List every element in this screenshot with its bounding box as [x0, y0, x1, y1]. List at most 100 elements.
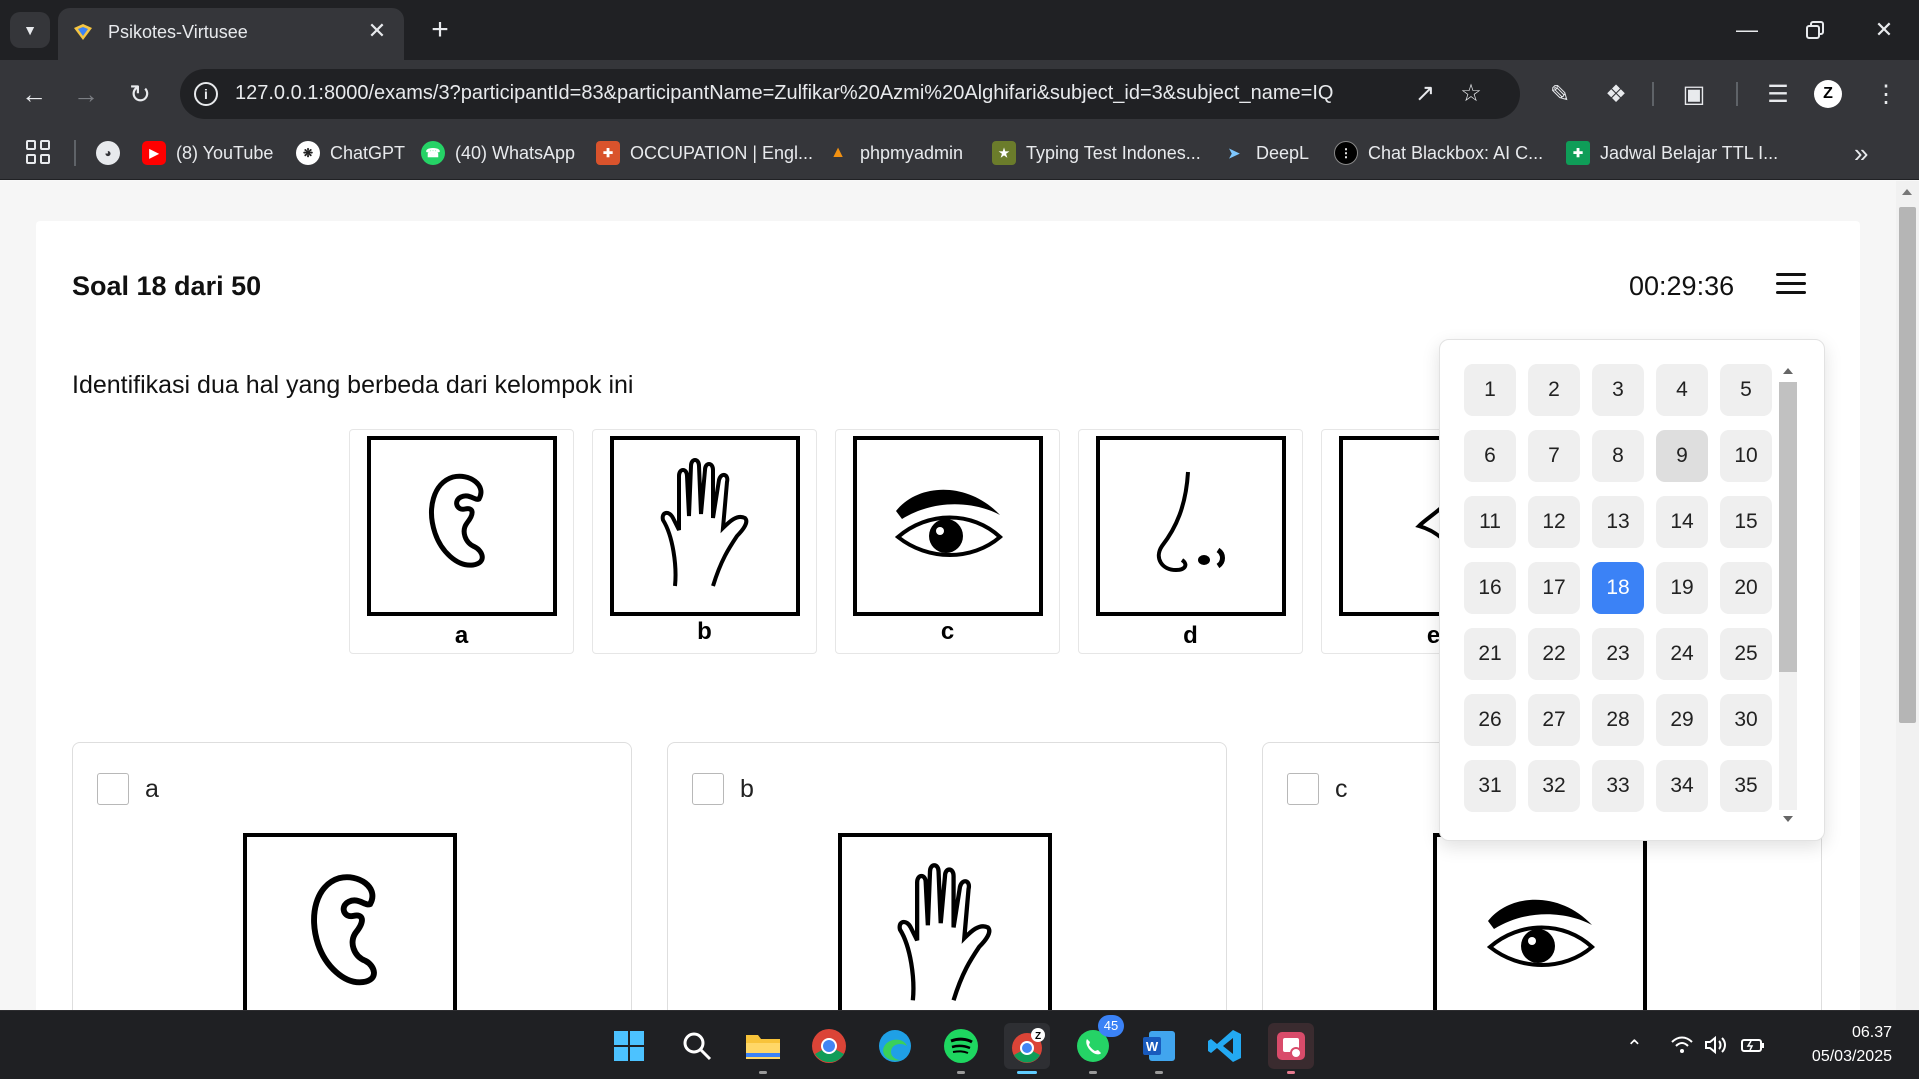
question-number-button[interactable]: 29: [1656, 694, 1708, 746]
question-number-button[interactable]: 17: [1528, 562, 1580, 614]
question-number-button[interactable]: 25: [1720, 628, 1772, 680]
question-number-button[interactable]: 21: [1464, 628, 1516, 680]
figure-d: d: [1078, 429, 1303, 654]
question-number-button[interactable]: 20: [1720, 562, 1772, 614]
taskbar-snipping-tool[interactable]: [1268, 1023, 1314, 1074]
question-number-button[interactable]: 16: [1464, 562, 1516, 614]
question-number-button[interactable]: 28: [1592, 694, 1644, 746]
question-number-button[interactable]: 4: [1656, 364, 1708, 416]
bookmark-whatsapp[interactable]: ☎ (40) WhatsApp: [421, 138, 575, 168]
question-number-button[interactable]: 30: [1720, 694, 1772, 746]
bookmark-deepl[interactable]: ➤ DeepL: [1222, 138, 1309, 168]
volume-icon[interactable]: [1704, 1035, 1728, 1061]
minimize-button[interactable]: —: [1727, 10, 1767, 50]
question-number-button[interactable]: 5: [1720, 364, 1772, 416]
page-scroll-thumb[interactable]: [1899, 207, 1916, 723]
question-number-button[interactable]: 23: [1592, 628, 1644, 680]
sheets-icon: ✚: [1566, 141, 1590, 165]
question-number-button[interactable]: 10: [1720, 430, 1772, 482]
question-number-button[interactable]: 2: [1528, 364, 1580, 416]
question-number-button[interactable]: 34: [1656, 760, 1708, 812]
globe-bookmark[interactable]: ◕: [96, 138, 120, 168]
question-number-button[interactable]: 24: [1656, 628, 1708, 680]
scroll-thumb[interactable]: [1779, 382, 1797, 672]
question-number-button[interactable]: 14: [1656, 496, 1708, 548]
question-number-button[interactable]: 12: [1528, 496, 1580, 548]
taskbar-edge[interactable]: [872, 1023, 918, 1069]
address-bar[interactable]: i 127.0.0.1:8000/exams/3?participantId=8…: [180, 69, 1520, 119]
taskbar-search[interactable]: [674, 1023, 720, 1069]
taskbar-chrome[interactable]: [806, 1023, 852, 1069]
question-number-button[interactable]: 11: [1464, 496, 1516, 548]
question-number-button[interactable]: 9: [1656, 430, 1708, 482]
question-number-button[interactable]: 13: [1592, 496, 1644, 548]
question-number-button[interactable]: 27: [1528, 694, 1580, 746]
bookmark-blackbox[interactable]: ⋮ Chat Blackbox: AI C...: [1334, 138, 1543, 168]
apps-grid-icon[interactable]: [26, 140, 50, 164]
taskbar-file-explorer[interactable]: [740, 1023, 786, 1074]
url-text[interactable]: 127.0.0.1:8000/exams/3?participantId=83&…: [235, 82, 1333, 105]
restore-button[interactable]: [1795, 10, 1835, 50]
extensions-puzzle-icon[interactable]: ❖: [1596, 74, 1636, 114]
taskbar-whatsapp[interactable]: 45: [1070, 1015, 1124, 1074]
back-button[interactable]: ←: [14, 74, 54, 114]
start-button[interactable]: [606, 1023, 652, 1069]
taskbar-spotify[interactable]: [938, 1023, 984, 1074]
close-tab-icon[interactable]: ✕: [364, 18, 390, 44]
taskbar-chrome-profile[interactable]: Z: [1004, 1023, 1050, 1074]
close-window-button[interactable]: ✕: [1864, 10, 1904, 50]
media-control-icon[interactable]: ☰: [1758, 74, 1798, 114]
forward-button[interactable]: →: [66, 74, 106, 114]
bookmark-phpmyadmin[interactable]: ▲ phpmyadmin: [826, 138, 963, 168]
bookmark-occupation[interactable]: ✚ OCCUPATION | Engl...: [596, 138, 813, 168]
site-info-icon[interactable]: i: [194, 82, 218, 106]
question-number-button[interactable]: 1: [1464, 364, 1516, 416]
question-number-button[interactable]: 8: [1592, 430, 1644, 482]
bookmark-label: (8) YouTube: [176, 142, 274, 163]
question-number-button[interactable]: 15: [1720, 496, 1772, 548]
question-number-button[interactable]: 33: [1592, 760, 1644, 812]
bookmark-typing-test[interactable]: ★ Typing Test Indones...: [992, 138, 1201, 168]
screen-capture-icon[interactable]: ▣: [1674, 74, 1714, 114]
wifi-icon[interactable]: [1670, 1035, 1694, 1061]
browser-tab[interactable]: Psikotes-Virtusee ✕: [58, 8, 404, 60]
show-hidden-icons-icon[interactable]: ⌃: [1626, 1035, 1643, 1060]
bookmark-chatgpt[interactable]: ❋ ChatGPT: [296, 138, 405, 168]
navigator-scrollbar[interactable]: [1776, 364, 1798, 828]
scroll-up-arrow-icon[interactable]: [1902, 189, 1912, 195]
bookmark-star-icon[interactable]: ☆: [1456, 79, 1486, 109]
bookmark-jadwal[interactable]: ✚ Jadwal Belajar TTL I...: [1566, 138, 1778, 168]
question-number-button[interactable]: 3: [1592, 364, 1644, 416]
answer-option-a[interactable]: a: [72, 742, 632, 1010]
question-menu-icon[interactable]: [1776, 270, 1808, 298]
menu-kebab-icon[interactable]: ⋮: [1866, 74, 1906, 114]
option-checkbox[interactable]: [1287, 773, 1319, 805]
question-number-button[interactable]: 19: [1656, 562, 1708, 614]
taskbar-word[interactable]: W: [1136, 1023, 1182, 1074]
question-number-button[interactable]: 7: [1528, 430, 1580, 482]
taskbar-vscode[interactable]: [1202, 1023, 1248, 1069]
answer-option-b[interactable]: b: [667, 742, 1227, 1010]
battery-icon[interactable]: [1740, 1035, 1766, 1061]
question-number-button[interactable]: 18: [1592, 562, 1644, 614]
reload-button[interactable]: ↻: [120, 74, 160, 114]
question-number-button[interactable]: 31: [1464, 760, 1516, 812]
more-bookmarks-icon[interactable]: »: [1854, 138, 1868, 169]
scroll-up-arrow-icon[interactable]: [1783, 368, 1793, 374]
profile-avatar[interactable]: Z: [1814, 80, 1842, 108]
option-checkbox[interactable]: [692, 773, 724, 805]
question-number-button[interactable]: 32: [1528, 760, 1580, 812]
scroll-down-arrow-icon[interactable]: [1783, 816, 1793, 822]
question-number-button[interactable]: 6: [1464, 430, 1516, 482]
option-checkbox[interactable]: [97, 773, 129, 805]
bookmark-youtube[interactable]: ▶ (8) YouTube: [142, 138, 273, 168]
question-number-button[interactable]: 35: [1720, 760, 1772, 812]
open-in-new-icon[interactable]: ↗: [1410, 79, 1440, 109]
question-number-button[interactable]: 22: [1528, 628, 1580, 680]
system-clock[interactable]: 06.37 05/03/2025: [1770, 1021, 1892, 1069]
page-scrollbar[interactable]: [1896, 181, 1919, 1010]
pen-extension-icon[interactable]: ✎: [1540, 74, 1580, 114]
question-number-button[interactable]: 26: [1464, 694, 1516, 746]
tab-search-button[interactable]: ▼: [10, 12, 50, 48]
new-tab-button[interactable]: +: [424, 12, 456, 48]
